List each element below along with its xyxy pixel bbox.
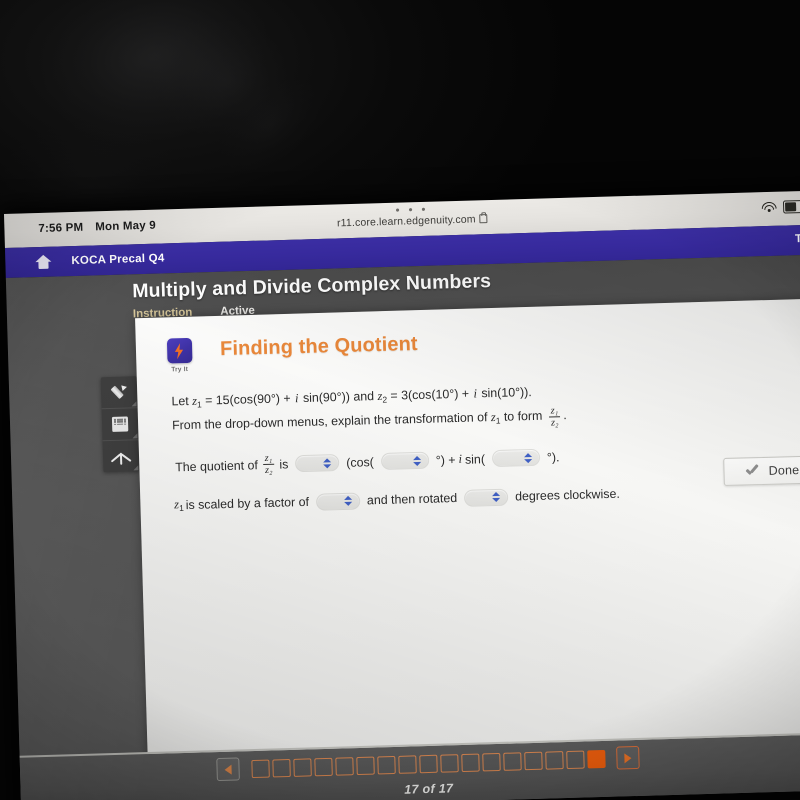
pencil-icon xyxy=(109,382,129,402)
dropdown-cos-angle[interactable] xyxy=(380,451,430,471)
chevron-updown-icon xyxy=(323,458,332,469)
clock-time: 7:56 PM xyxy=(38,221,84,236)
tool-rail xyxy=(100,376,140,473)
tablet-screen: 7:56 PM Mon May 9 • • • r11.core.learn.e… xyxy=(4,190,800,800)
triangle-left-icon xyxy=(224,764,232,775)
previous-page-button[interactable] xyxy=(216,757,240,782)
page-box-4[interactable] xyxy=(313,757,333,776)
page-box-list xyxy=(249,749,606,778)
next-page-button[interactable] xyxy=(616,745,640,770)
variable-z1: z1 xyxy=(174,497,184,514)
wifi-icon xyxy=(760,201,777,213)
page-box-15[interactable] xyxy=(544,750,564,770)
page-box-13[interactable] xyxy=(502,751,522,771)
fraction-denominator: z₂ xyxy=(550,417,559,429)
page-box-12[interactable] xyxy=(481,752,501,771)
status-bar-left: 7:56 PM Mon May 9 xyxy=(38,220,156,235)
try-it-label: Try It xyxy=(171,365,189,374)
checkmark-icon xyxy=(745,464,760,477)
text-frag: = 15(cos(90°) + xyxy=(201,391,295,408)
page-box-7[interactable] xyxy=(376,755,396,774)
page-box-9[interactable] xyxy=(418,754,438,773)
chevron-updown-icon xyxy=(492,492,501,503)
text-frag: degrees clockwise. xyxy=(514,486,620,504)
clock-date: Mon May 9 xyxy=(95,219,157,234)
done-button[interactable]: Done xyxy=(723,455,800,486)
chevron-updown-icon xyxy=(412,455,421,466)
page-box-5[interactable] xyxy=(334,756,354,776)
answer-row-1: The quotient of z₁ z₂ is (cos(°) + i si… xyxy=(173,439,800,480)
battery-icon xyxy=(782,199,800,214)
pagination-controls xyxy=(216,745,640,782)
page-title: Multiply and Divide Complex Numbers xyxy=(131,270,492,303)
problem-statement: Let z1 = 15(cos(90°) + i sin(90°)) and z… xyxy=(171,373,800,440)
photo-of-tablet: 7:56 PM Mon May 9 • • • r11.core.learn.e… xyxy=(0,0,800,800)
background-smudge xyxy=(132,0,318,164)
dropdown-magnitude[interactable] xyxy=(295,454,340,473)
answer-row-2: z1 is scaled by a factor of and then rot… xyxy=(174,480,800,514)
page-box-16[interactable] xyxy=(565,750,585,769)
status-bar-right xyxy=(760,199,800,214)
text-frag: is xyxy=(279,457,289,472)
variable-z2: z2 xyxy=(377,389,387,405)
calculator-tool-button[interactable] xyxy=(101,408,139,442)
page-box-3[interactable] xyxy=(292,757,312,777)
lightning-bolt-icon xyxy=(166,337,193,364)
text-frag: to form xyxy=(500,408,547,425)
answer-block: The quotient of z₁ z₂ is (cos(°) + i si… xyxy=(173,439,800,515)
text-frag: Let xyxy=(171,393,193,409)
chevron-updown-icon xyxy=(343,495,353,507)
text-frag: and then rotated xyxy=(366,491,458,508)
scroll-up-tool-button[interactable] xyxy=(103,440,140,472)
background-smudge xyxy=(19,0,291,172)
text-frag: (cos( xyxy=(346,454,374,470)
pencil-tool-button[interactable] xyxy=(100,376,138,410)
text-frag: °). xyxy=(546,450,560,465)
text-frag: sin( xyxy=(464,452,486,467)
dropdown-rotation-degrees[interactable] xyxy=(463,488,509,507)
triangle-right-icon xyxy=(624,752,632,763)
text-frag: . xyxy=(563,408,567,423)
page-box-1[interactable] xyxy=(250,759,270,778)
url-text: r11.core.learn.edgenuity.com xyxy=(336,213,476,230)
done-button-label: Done xyxy=(768,462,800,478)
content-card: Try It Finding the Quotient Let z1 = 15(… xyxy=(135,298,800,789)
home-icon[interactable] xyxy=(35,254,52,270)
section-heading: Finding the Quotient xyxy=(219,332,418,361)
fraction-z1-over-z2: z₁ z₂ xyxy=(548,405,561,429)
page-box-10[interactable] xyxy=(439,753,459,773)
course-name-label: KOCA Precal Q4 xyxy=(71,252,165,268)
text-frag: °) + xyxy=(435,452,456,468)
dropdown-scale-factor[interactable] xyxy=(315,492,361,511)
page-box-2[interactable] xyxy=(271,758,291,778)
page-box-11[interactable] xyxy=(460,753,480,772)
page-box-6[interactable] xyxy=(355,756,375,775)
text-frag: is scaled by a factor of xyxy=(185,495,310,513)
browser-address-area[interactable]: • • • r11.core.learn.edgenuity.com xyxy=(262,202,562,232)
try-it-header: Try It Finding the Quotient xyxy=(164,322,800,374)
page-counter-label: 17 of 17 xyxy=(404,781,454,797)
text-frag: sin(10°)). xyxy=(477,384,532,401)
page-box-17[interactable] xyxy=(586,749,606,768)
fraction-numerator: z₁ xyxy=(548,405,561,419)
dropdown-sin-angle[interactable] xyxy=(491,449,541,468)
lock-icon xyxy=(479,214,488,224)
course-bar-right-partial: Tr xyxy=(794,232,800,246)
fraction-z1-over-z2: z₁ z₂ xyxy=(262,452,275,477)
calculator-icon xyxy=(111,416,129,432)
text-frag: sin(90°)) and xyxy=(299,389,378,406)
app-body: Multiply and Divide Complex Numbers Inst… xyxy=(5,254,800,800)
up-arrow-icon xyxy=(110,448,132,465)
bolt-glyph xyxy=(174,342,184,359)
fraction-numerator: z₁ xyxy=(262,452,275,466)
try-it-badge: Try It xyxy=(164,337,195,374)
text-frag: = 3(cos(10°) + xyxy=(386,386,473,403)
text-frag: The quotient of xyxy=(175,457,259,475)
fraction-denominator: z₂ xyxy=(264,465,273,477)
background-smudge xyxy=(201,59,339,191)
page-box-8[interactable] xyxy=(397,754,417,774)
chevron-updown-icon xyxy=(523,452,533,463)
page-box-14[interactable] xyxy=(523,751,543,770)
text-frag: From the drop-down menus, explain the tr… xyxy=(171,410,492,433)
